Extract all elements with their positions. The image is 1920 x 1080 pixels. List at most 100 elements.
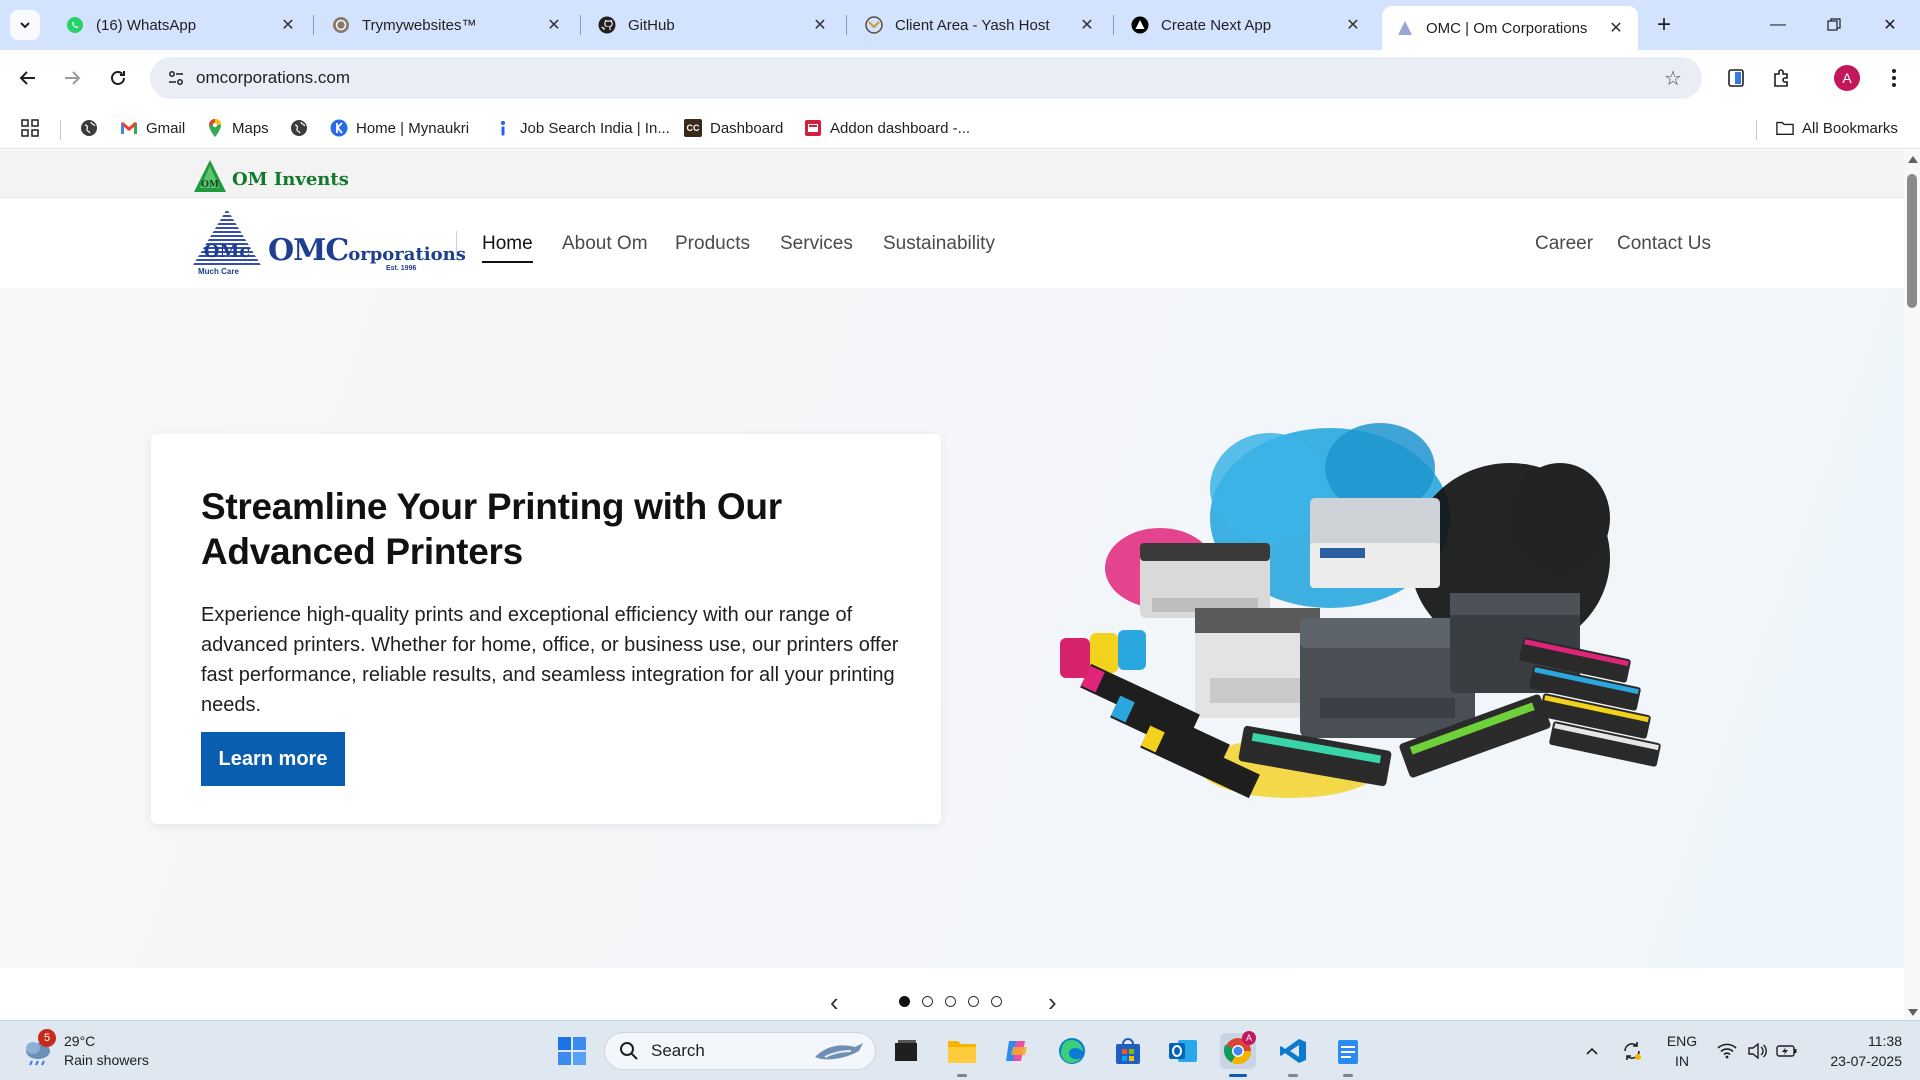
tab-whatsapp[interactable]: (16) WhatsApp ✕ xyxy=(52,8,310,42)
reload-button[interactable] xyxy=(102,62,134,94)
tab-separator xyxy=(313,15,314,35)
weather-widget[interactable]: 5 29°C Rain showers xyxy=(22,1029,149,1073)
tab-separator xyxy=(846,15,847,35)
close-tab-icon[interactable]: ✕ xyxy=(1077,15,1097,35)
site-info-button[interactable] xyxy=(156,57,196,99)
clock-date: 23-07-2025 xyxy=(1830,1053,1902,1069)
hero-description: Experience high-quality prints and excep… xyxy=(201,604,899,716)
close-tab-icon[interactable]: ✕ xyxy=(278,15,298,35)
page-scrollbar[interactable] xyxy=(1904,150,1920,1020)
carousel-dot-4[interactable] xyxy=(968,996,979,1007)
bookmark-mynaukri[interactable]: Home | Mynaukri xyxy=(330,115,469,141)
tab-create-next-app[interactable]: Create Next App ✕ xyxy=(1117,8,1375,42)
running-indicator xyxy=(957,1074,967,1077)
omc-logo[interactable]: OMc Much Care OMCorporations Est. 1996 xyxy=(190,207,466,277)
bookmark-gmail[interactable]: Gmail xyxy=(120,115,185,141)
side-panel-button[interactable] xyxy=(1722,64,1750,92)
bookmark-star-icon[interactable]: ☆ xyxy=(1662,67,1684,90)
svg-text:OMc: OMc xyxy=(204,241,251,262)
file-explorer-button[interactable] xyxy=(944,1033,980,1077)
system-clock[interactable]: 11:38 23-07-2025 xyxy=(1810,1031,1902,1071)
forward-button[interactable] xyxy=(56,62,88,94)
nav-career[interactable]: Career xyxy=(1535,233,1593,255)
carousel-dot-1[interactable] xyxy=(899,996,910,1007)
nav-contact-us[interactable]: Contact Us xyxy=(1617,233,1711,255)
printer-left xyxy=(1140,543,1270,618)
taskbar-search[interactable]: Search xyxy=(604,1032,876,1070)
search-highlight-dolphin-icon xyxy=(815,1043,863,1060)
hero-card: Streamline Your Printing with Our Advanc… xyxy=(151,434,941,824)
restore-button[interactable] xyxy=(1806,0,1862,50)
copilot-button[interactable] xyxy=(999,1033,1035,1069)
copilot-icon xyxy=(1006,1041,1027,1061)
tab-title: OMC | Om Corporations xyxy=(1426,19,1588,37)
close-tab-icon[interactable]: ✕ xyxy=(544,15,564,35)
url-text[interactable]: omcorporations.com xyxy=(196,68,350,88)
battery-button[interactable] xyxy=(1774,1033,1800,1069)
address-bar[interactable]: omcorporations.com ☆ xyxy=(150,57,1702,99)
om-invents-logo[interactable]: OM OM Invents xyxy=(192,154,349,194)
cc-icon: CC xyxy=(684,119,702,137)
all-bookmarks-button[interactable]: All Bookmarks xyxy=(1776,115,1898,141)
learn-more-button[interactable]: Learn more xyxy=(201,732,345,786)
back-button[interactable] xyxy=(12,62,44,94)
menu-button[interactable] xyxy=(1880,64,1908,92)
vscode-button[interactable] xyxy=(1275,1033,1311,1077)
nav-home[interactable]: Home xyxy=(482,233,533,263)
carousel-dot-5[interactable] xyxy=(991,996,1002,1007)
windows-taskbar: 5 29°C Rain showers Search A ENG IN 11:3… xyxy=(0,1020,1920,1080)
volume-button[interactable] xyxy=(1744,1033,1770,1069)
input-language-indicator[interactable]: ENG IN xyxy=(1664,1031,1700,1071)
start-button[interactable] xyxy=(554,1033,590,1069)
bookmark-maps[interactable]: Maps xyxy=(206,115,269,141)
minimize-button[interactable]: — xyxy=(1750,0,1806,50)
tab-title: Client Area - Yash Host xyxy=(895,16,1050,34)
maps-icon xyxy=(206,119,224,137)
scroll-thumb[interactable] xyxy=(1907,174,1917,308)
close-tab-icon[interactable]: ✕ xyxy=(810,15,830,35)
store-button[interactable] xyxy=(1110,1033,1146,1069)
close-window-button[interactable]: ✕ xyxy=(1862,0,1918,50)
nav-products[interactable]: Products xyxy=(675,233,750,255)
scroll-up-arrow-icon[interactable] xyxy=(1908,156,1918,163)
nav-sustainability[interactable]: Sustainability xyxy=(883,233,995,255)
scroll-down-arrow-icon[interactable] xyxy=(1908,1009,1918,1016)
extensions-button[interactable] xyxy=(1768,64,1796,92)
carousel-next-icon[interactable]: › xyxy=(1048,989,1057,1015)
sync-tray-button[interactable] xyxy=(1618,1033,1646,1069)
apps-button[interactable] xyxy=(20,115,40,141)
profile-avatar[interactable]: A xyxy=(1834,65,1860,91)
tab-search-button[interactable] xyxy=(10,10,40,40)
bookmark-indeed[interactable]: Job Search India | In... xyxy=(494,115,670,141)
edge-button[interactable] xyxy=(1054,1033,1090,1069)
tab-github[interactable]: GitHub ✕ xyxy=(584,8,842,42)
carousel-dot-3[interactable] xyxy=(945,996,956,1007)
task-view-icon xyxy=(895,1040,917,1061)
bookmark-addon-dashboard[interactable]: Addon dashboard -... xyxy=(804,115,970,141)
show-hidden-icons-button[interactable] xyxy=(1580,1033,1604,1069)
outlook-button[interactable] xyxy=(1165,1033,1201,1069)
nav-about-om[interactable]: About Om xyxy=(562,233,648,255)
tab-separator xyxy=(580,15,581,35)
all-bookmarks-label: All Bookmarks xyxy=(1802,119,1898,137)
bookmark-separator xyxy=(60,120,61,140)
omc-favicon xyxy=(1396,19,1414,37)
bookmark-dashboard[interactable]: CC Dashboard xyxy=(684,115,783,141)
close-tab-icon[interactable]: ✕ xyxy=(1343,15,1363,35)
network-button[interactable] xyxy=(1714,1033,1740,1069)
chrome-button[interactable]: A xyxy=(1220,1031,1256,1077)
task-view-button[interactable] xyxy=(888,1033,924,1069)
close-tab-icon[interactable]: ✕ xyxy=(1606,18,1626,38)
tab-yash-host[interactable]: Client Area - Yash Host ✕ xyxy=(851,8,1109,42)
bookmark-globe[interactable] xyxy=(80,115,106,141)
carousel-dot-2[interactable] xyxy=(922,996,933,1007)
carousel-prev-icon[interactable]: ‹ xyxy=(830,989,839,1015)
bookmark-globe-2[interactable] xyxy=(290,115,316,141)
addon-icon xyxy=(804,119,822,137)
notepad-button[interactable] xyxy=(1330,1033,1366,1077)
speaker-icon xyxy=(1748,1043,1767,1059)
tab-trymywebsites[interactable]: Trymywebsites™ ✕ xyxy=(318,8,576,42)
new-tab-button[interactable]: + xyxy=(1650,11,1678,39)
tab-omc-active[interactable]: OMC | Om Corporations ✕ xyxy=(1382,6,1638,50)
nav-services[interactable]: Services xyxy=(780,233,853,255)
